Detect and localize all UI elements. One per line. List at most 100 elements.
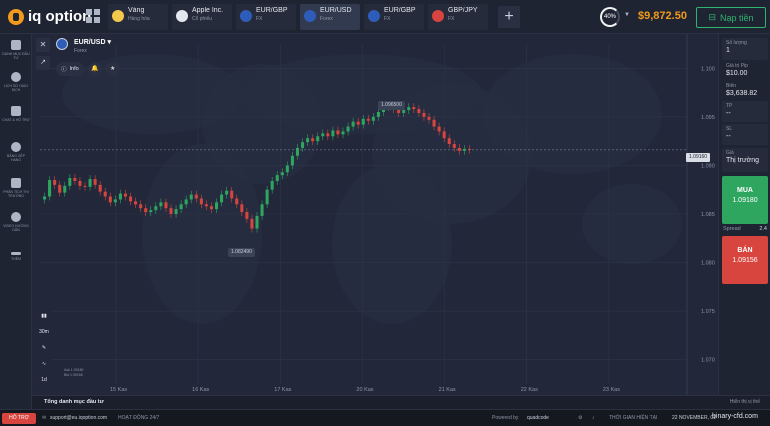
nav-more[interactable]: THÊM <box>0 248 32 261</box>
settings-icon[interactable]: ⚙ <box>578 415 582 421</box>
asset-actions: ⓘ Info 🔔 ★ <box>56 62 120 76</box>
candle-body <box>311 138 315 142</box>
asset-tab-active[interactable]: EUR/USD Forex <box>300 4 360 30</box>
candle-body <box>53 180 57 185</box>
nav-analysis[interactable]: PHÂN TÍCH THỊ TRƯỜNG <box>0 178 32 198</box>
portfolio-bar[interactable]: Tổng danh mục đầu tư Hiển thị vị thế <box>32 395 770 409</box>
current-price-tag: 1.09160 <box>686 153 711 162</box>
nav-portfolio[interactable]: DANH MỤC ĐẦU TƯ <box>0 40 32 60</box>
price-type-select[interactable]: Giá Thị trường <box>722 148 768 172</box>
candle-body <box>235 198 239 205</box>
sell-button[interactable]: BÁN 1.09156 <box>722 236 768 284</box>
candle-body <box>78 180 82 186</box>
deposit-button[interactable]: ⊟ Nạp tiền <box>696 7 766 28</box>
nav-history[interactable]: LỊCH SỬ GIAO DỊCH <box>0 72 32 92</box>
candle-body <box>134 201 138 205</box>
price-chart[interactable]: 1.100 1.095 1.090 1.085 1.080 1.075 1.070 15 K… <box>32 34 718 395</box>
candle-body <box>452 144 456 148</box>
candle-body <box>336 130 340 135</box>
progress-ring[interactable]: 40% <box>600 7 620 27</box>
asset-tab[interactable]: GBP/JPY FX <box>428 4 488 30</box>
candle-body <box>275 175 279 181</box>
asset-tab[interactable]: Vàng Hàng hóa <box>108 4 168 30</box>
candle-body <box>341 131 345 135</box>
timeframe-button[interactable]: 30m <box>36 326 52 338</box>
pencil-icon[interactable]: ✎ <box>36 342 52 354</box>
candle-body <box>301 142 305 148</box>
powered-brand: quadcode <box>527 415 549 421</box>
amount-field[interactable]: Số lượng 1 <box>722 38 768 60</box>
asset-tabs: Vàng Hàng hóa Apple Inc. Cổ phiếu EUR/GBP F… <box>108 4 488 30</box>
sound-icon[interactable]: ♪ <box>592 415 595 421</box>
continent-shape <box>582 184 682 264</box>
candle-body <box>58 184 62 193</box>
candle-body <box>285 165 289 173</box>
indicators-icon[interactable]: ∿ <box>36 358 52 370</box>
candle-body <box>295 147 299 156</box>
support-hours: HOẠT ĐỘNG 24/7 <box>118 415 160 421</box>
show-positions-link[interactable]: Hiển thị vị thế <box>730 399 760 405</box>
candle-body <box>199 198 203 205</box>
bell-icon[interactable]: 🔔 <box>87 62 102 76</box>
low-price-callout: 1.082490 <box>228 248 255 257</box>
candle-body <box>457 147 461 151</box>
candle-body <box>402 110 406 113</box>
candle-body <box>93 179 97 185</box>
more-dots-icon <box>11 252 21 255</box>
nav-leaderboard[interactable]: BẢNG XẾP HẠNG <box>0 142 32 162</box>
candle-body <box>179 204 183 210</box>
eu-flag-icon <box>240 10 252 22</box>
eu-flag-icon <box>368 10 380 22</box>
ask-bid-note: Ask 1.09180 Bid 1.09156 <box>64 368 84 377</box>
candle-body <box>280 172 284 176</box>
add-tab-button[interactable]: + <box>498 6 520 28</box>
nav-video[interactable]: VIDEO HƯỚNG DẪN <box>0 212 32 232</box>
asset-tab[interactable]: Apple Inc. Cổ phiếu <box>172 4 232 30</box>
pip-value: Giá trị Pip $10.00 <box>726 63 748 77</box>
y-tick-label: 1.075 <box>701 309 715 315</box>
chevron-down-icon[interactable]: ▼ <box>624 12 630 18</box>
spread: Spread 2.4 <box>723 226 767 232</box>
support-email[interactable]: support@eu.iqoption.com <box>50 415 107 421</box>
asset-tab[interactable]: EUR/GBP FX <box>236 4 296 30</box>
wallet-icon: ⊟ <box>708 12 716 22</box>
candle-body <box>326 133 330 137</box>
eu-flag-icon <box>56 38 68 50</box>
candle-body <box>230 190 234 199</box>
logo[interactable]: iq option <box>8 8 91 25</box>
stop-loss-field[interactable]: SL -- <box>722 124 768 145</box>
trade-panel: Số lượng 1 Giá trị Pip $10.00 Biên $3,638.8… <box>718 34 770 395</box>
asset-header[interactable]: EUR/USD ▾ Forex <box>56 38 111 54</box>
top-bar: iq option Vàng Hàng hóa Apple Inc. Cổ phiế… <box>0 0 770 34</box>
candle-body <box>159 202 163 207</box>
clock-icon <box>11 72 21 82</box>
take-profit-field[interactable]: TP -- <box>722 101 768 122</box>
star-icon[interactable]: ★ <box>105 62 120 76</box>
period-button[interactable]: 1d <box>36 374 52 386</box>
apps-grid-icon[interactable] <box>86 9 100 23</box>
asset-tab[interactable]: EUR/GBP FX <box>364 4 424 30</box>
chart-area[interactable]: 1.100 1.095 1.090 1.085 1.080 1.075 1.070 15 K… <box>32 34 718 395</box>
candle-body <box>422 112 426 117</box>
help-button[interactable]: HỖ TRỢ <box>2 413 36 424</box>
current-time-label: THỜI GIAN HIỆN TẠI <box>609 415 658 421</box>
candle-body <box>113 199 117 203</box>
candle-body <box>48 180 52 197</box>
continent-shape <box>332 164 452 324</box>
current-time-value: 22 NOVEMBER, 01 <box>672 415 716 421</box>
nav-chat[interactable]: CHAT & HỖ TRỢ <box>0 106 32 122</box>
y-tick-label: 1.070 <box>701 358 715 364</box>
candle-body <box>331 130 335 137</box>
brand-name: iq option <box>28 8 92 25</box>
candle-body <box>169 208 173 214</box>
buy-button[interactable]: MUA 1.09180 <box>722 176 768 224</box>
info-button[interactable]: ⓘ Info <box>56 62 84 76</box>
chart-type-icon[interactable]: ▮▮ <box>36 310 52 322</box>
x-tick-label: 15 Kas <box>110 387 127 393</box>
candle-body <box>194 194 198 199</box>
candle-body <box>260 204 264 216</box>
close-chart-button[interactable]: ✕ <box>36 38 50 52</box>
candle-body <box>149 210 153 213</box>
draw-tool-icon[interactable]: ↗ <box>36 56 50 70</box>
balance[interactable]: $9,872.50 <box>638 10 687 22</box>
